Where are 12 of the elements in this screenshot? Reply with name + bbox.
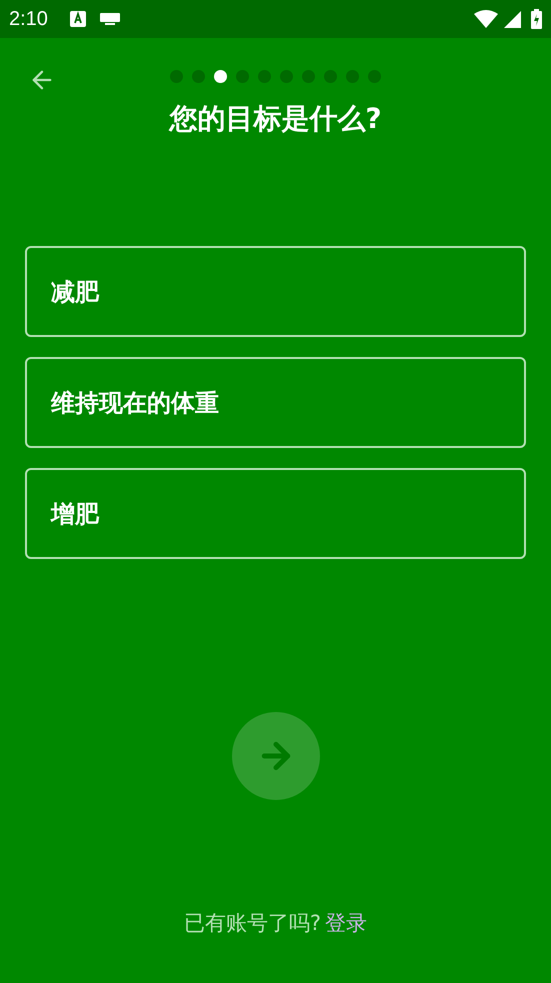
login-link[interactable]: 登录 xyxy=(325,908,368,940)
signal-icon xyxy=(504,10,521,28)
goal-option[interactable]: 增肥 xyxy=(25,468,526,559)
wifi-icon xyxy=(474,10,498,28)
keyboard-a-icon xyxy=(70,11,86,27)
goal-option[interactable]: 减肥 xyxy=(25,246,526,337)
battery-icon xyxy=(531,9,542,29)
goal-option[interactable]: 维持现在的体重 xyxy=(25,357,526,448)
keyboard-icon xyxy=(100,13,120,25)
account-question-text: 已有账号了吗? xyxy=(184,910,322,937)
clock-text: 2:10 xyxy=(9,7,48,32)
page-title: 您的目标是什么? xyxy=(168,101,383,137)
